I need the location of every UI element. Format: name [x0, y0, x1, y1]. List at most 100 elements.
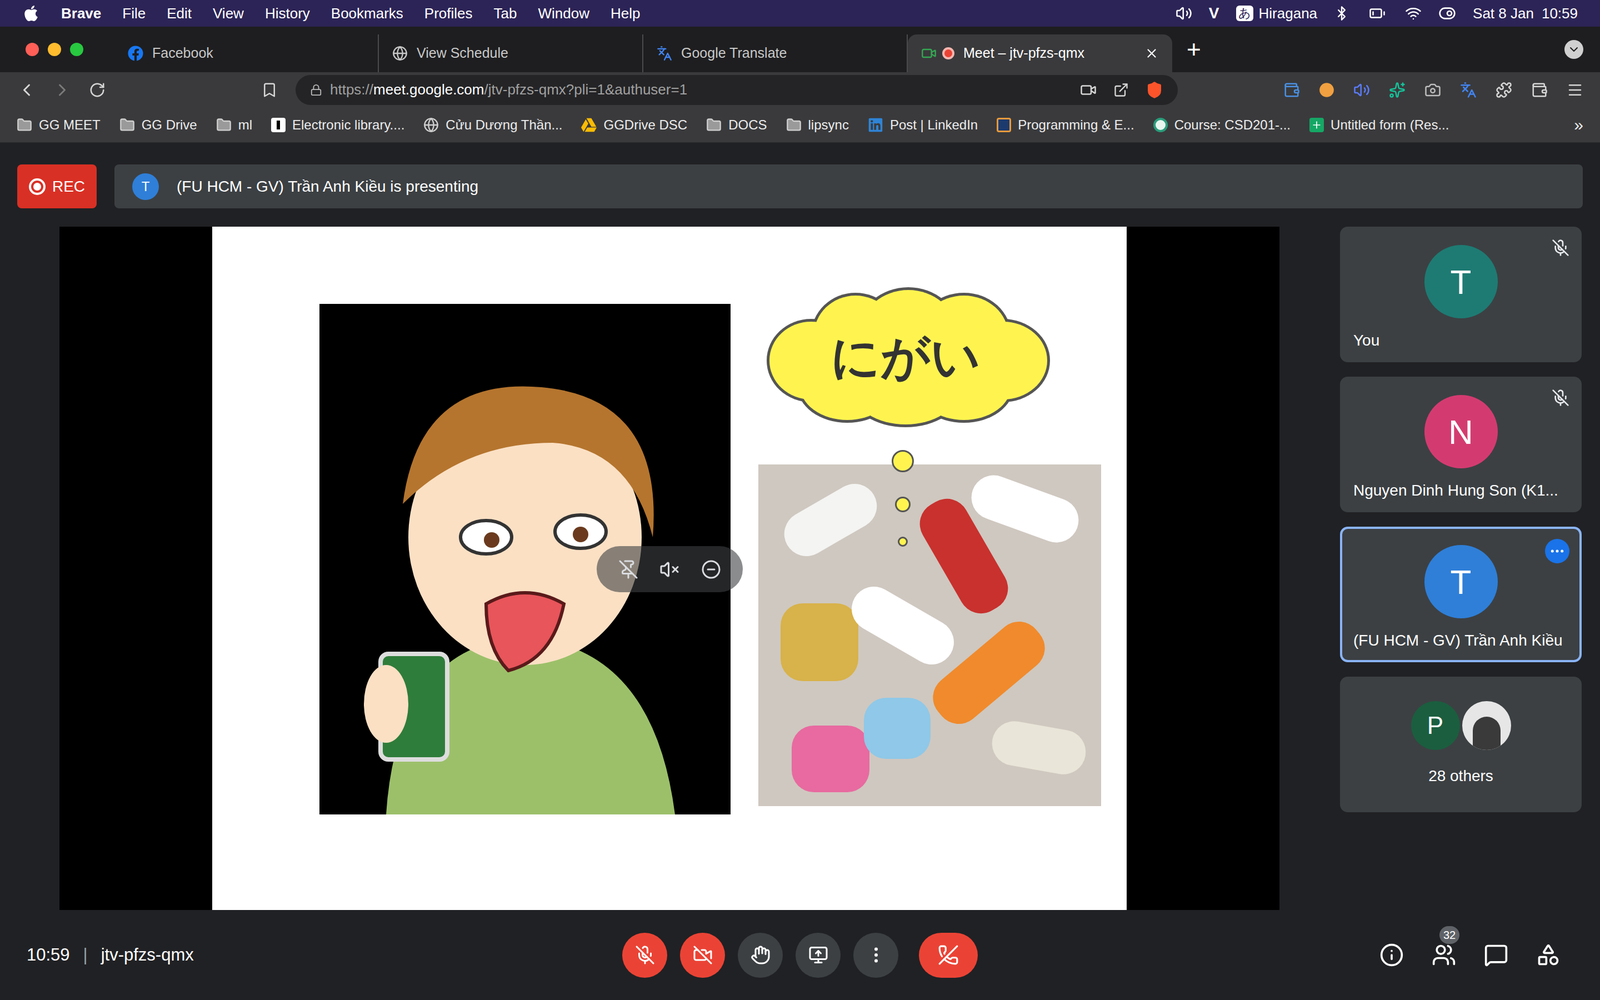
menu-item[interactable]: Help [610, 2, 640, 25]
bookmark-item[interactable]: GGDrive DSC [581, 115, 688, 135]
close-tab-icon[interactable] [1144, 46, 1159, 61]
tab-search-button[interactable] [1564, 40, 1584, 59]
participant-tile[interactable]: TYou [1340, 226, 1582, 363]
browser-tab[interactable]: Facebook [114, 34, 379, 73]
remove-icon[interactable] [701, 559, 722, 580]
bookmark-item[interactable]: ml [216, 115, 253, 135]
folder-icon [706, 117, 722, 133]
recording-dot [942, 47, 955, 60]
wallet-icon[interactable] [1531, 81, 1548, 99]
new-tab-button[interactable]: + [1186, 37, 1202, 62]
bookmark-item[interactable]: GG MEET [16, 115, 101, 135]
presentation-stage: にがい [59, 226, 1280, 910]
bookmark-item[interactable]: lipsync [786, 115, 849, 135]
control-center-icon[interactable] [1438, 4, 1457, 23]
menu-item[interactable]: Tab [493, 2, 518, 25]
menu-item[interactable]: Window [537, 2, 589, 25]
menu-item[interactable]: Profiles [424, 2, 473, 25]
bookmark-item[interactable]: Programming & E... [996, 115, 1134, 135]
menu-bar: Brave File Edit View History Bookmarks Profile… [0, 0, 1600, 27]
screenshot-icon[interactable] [1424, 81, 1442, 99]
grammarly-icon[interactable] [1388, 81, 1406, 99]
address-field[interactable]: https://meet.google.com/jtv-pfzs-qmx?pli… [295, 75, 1178, 105]
drive-icon [581, 117, 597, 133]
participant-tile[interactable]: NNguyen Dinh Hung Son (K1... [1340, 376, 1582, 513]
tile-hover-controls [596, 546, 743, 593]
participant-avatar: P [1411, 701, 1460, 750]
input-method[interactable]: あHiragana [1236, 2, 1318, 25]
mute-icon[interactable] [659, 559, 680, 580]
forward-icon[interactable] [52, 80, 73, 100]
browser-menu-icon[interactable] [1566, 81, 1584, 99]
wifi-icon[interactable] [1405, 5, 1422, 22]
bookmark-item[interactable]: GG Drive [119, 115, 198, 135]
browser-tab[interactable]: Meet – jtv-pfzs-qmx [907, 34, 1173, 73]
people-icon[interactable] [1431, 942, 1457, 968]
open-external-icon[interactable] [1113, 82, 1129, 98]
pin-icon[interactable] [618, 559, 639, 580]
menu-item[interactable]: History [265, 2, 310, 25]
menu-item[interactable]: File [122, 2, 146, 25]
bookmark-item[interactable]: Cửu Dương Thần... [423, 115, 563, 135]
back-icon[interactable] [16, 80, 37, 100]
raise-hand-button[interactable] [737, 932, 783, 978]
tab-bar: FacebookView ScheduleGoogle TranslateMee… [0, 26, 1600, 73]
vivaldi-status[interactable]: V [1208, 1, 1220, 25]
mic-button[interactable] [622, 932, 668, 978]
bookmarks-overflow[interactable]: » [1573, 112, 1584, 138]
camera-permission-icon[interactable] [1080, 81, 1097, 99]
bookmark-item[interactable]: DOCS [706, 115, 767, 135]
bookmark-icon[interactable] [261, 81, 278, 99]
minimize-window-button[interactable] [47, 42, 62, 57]
others-tile[interactable]: P 28 others [1340, 676, 1582, 813]
volume-icon[interactable] [1175, 5, 1193, 22]
bluetooth-icon[interactable] [1333, 5, 1350, 22]
extension-icon[interactable] [1318, 82, 1335, 98]
bookmark-item[interactable]: Course: CSD201-... [1153, 115, 1291, 135]
leave-call-button[interactable] [918, 932, 978, 978]
toolbar: https://meet.google.com/jtv-pfzs-qmx?pli… [0, 72, 1600, 108]
extensions-icon[interactable] [1495, 81, 1513, 99]
folder-icon [16, 117, 33, 133]
menu-item[interactable]: Bookmarks [331, 2, 404, 25]
apple-icon[interactable] [22, 4, 40, 23]
zoom-window-button[interactable] [70, 42, 84, 57]
lock-icon [310, 83, 323, 97]
bookmark-item[interactable]: Post | LinkedIn [867, 115, 978, 135]
participant-avatar: T [1424, 245, 1498, 319]
extension-icon[interactable] [1283, 81, 1300, 99]
form-icon [1309, 117, 1324, 133]
camera-button[interactable] [680, 932, 725, 978]
meeting-details-icon[interactable] [1379, 942, 1404, 968]
app-menu[interactable]: Brave [61, 2, 102, 25]
participant-name: (FU HCM - GV) Trần Anh Kiều [1353, 628, 1569, 653]
browser-tab[interactable]: Google Translate [643, 34, 908, 73]
clock[interactable]: Sat 8 Jan10:59 [1472, 2, 1578, 25]
menu-item[interactable]: Edit [166, 2, 192, 25]
bookmark-item[interactable]: Electronic library.... [271, 115, 405, 135]
meeting-time: 10:59 [26, 942, 70, 969]
linkedin-icon [867, 117, 884, 133]
tile-options-button[interactable] [1545, 538, 1570, 564]
bookmark-item[interactable]: Untitled form (Res... [1309, 115, 1449, 135]
battery-icon[interactable] [1366, 5, 1389, 22]
translate-extension-icon[interactable] [1460, 81, 1477, 99]
presenter-avatar: T [132, 173, 159, 200]
reload-icon[interactable] [88, 81, 106, 99]
participant-photo [1462, 701, 1512, 750]
close-window-button[interactable] [25, 42, 39, 57]
brave-shield-icon[interactable] [1145, 81, 1164, 99]
more-options-button[interactable] [853, 932, 899, 978]
others-label: 28 others [1428, 764, 1494, 788]
pills-photo [758, 464, 1102, 807]
extension-icon[interactable] [1353, 81, 1370, 99]
bookmarks-bar: GG MEET GG Drive ml Electronic library.... C… [0, 107, 1600, 143]
browser-tab[interactable]: View Schedule [378, 34, 644, 73]
participant-name: Nguyen Dinh Hung Son (K1... [1353, 478, 1569, 503]
present-button[interactable] [795, 932, 841, 978]
activities-icon[interactable] [1536, 942, 1561, 968]
participant-tile[interactable]: T(FU HCM - GV) Trần Anh Kiều [1340, 526, 1582, 663]
menu-item[interactable]: View [212, 2, 244, 25]
chat-icon[interactable] [1483, 942, 1509, 968]
blog-icon [996, 117, 1012, 133]
